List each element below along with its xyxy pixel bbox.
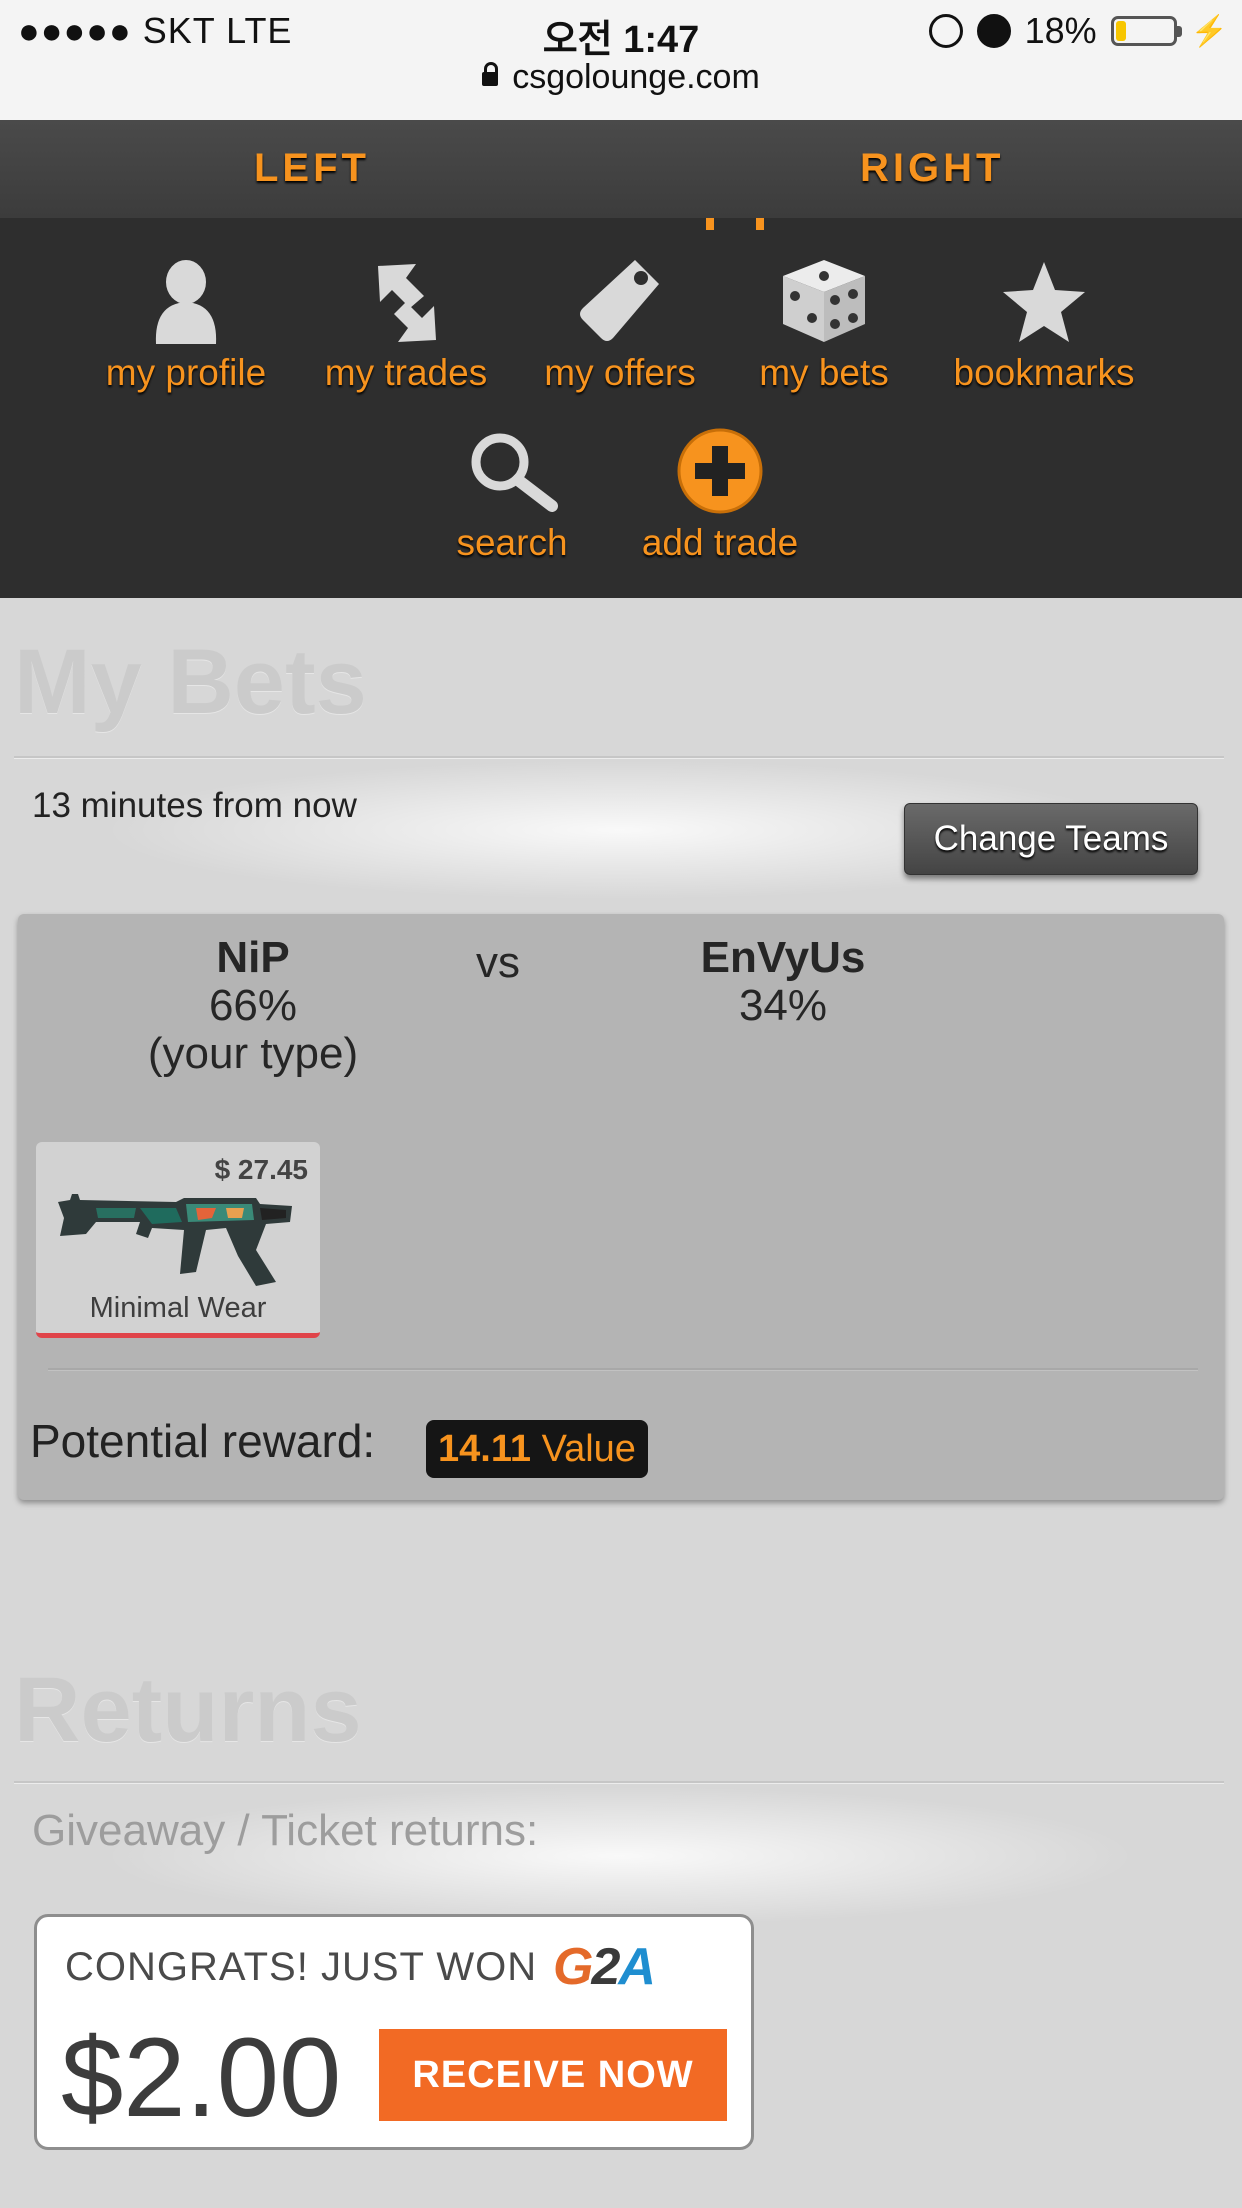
potential-reward-label: Potential reward: bbox=[30, 1415, 376, 1467]
team-2-percent: 34% bbox=[738, 981, 828, 1030]
reward-unit: Value bbox=[541, 1428, 636, 1470]
reward-badge: 14.11 Value bbox=[426, 1420, 648, 1478]
g2a-ad-banner[interactable]: CONGRATS! JUST WON G2A $2.00 RECEIVE NOW bbox=[34, 1914, 754, 2150]
side-menu-bar: LEFT RIGHT bbox=[0, 120, 1242, 218]
nav-my-profile[interactable]: my profile bbox=[96, 256, 276, 394]
team-1-percent: 66% bbox=[208, 981, 298, 1030]
nav-search[interactable]: search bbox=[432, 426, 592, 564]
lock-icon bbox=[482, 62, 499, 87]
divider bbox=[48, 1368, 1198, 1371]
divider bbox=[14, 756, 1224, 759]
reward-value: 14.11 bbox=[438, 1428, 531, 1470]
alarm-icon bbox=[976, 14, 1011, 48]
vs-label: vs bbox=[476, 938, 520, 987]
bet-item[interactable]: $ 27.45 Minimal Wear bbox=[36, 1142, 320, 1338]
ad-congrats-text: CONGRATS! JUST WON bbox=[65, 1945, 538, 1989]
team-2-name: EnVyUs bbox=[700, 933, 866, 982]
status-icons: 18% ⚡ bbox=[928, 10, 1228, 52]
nav-label: my bets bbox=[759, 352, 889, 393]
right-menu-button[interactable]: RIGHT bbox=[860, 146, 1004, 191]
ios-status-bar: ●●●●● SKT LTE 오전 1:47 18% ⚡ csgolounge.c… bbox=[0, 0, 1242, 122]
logo-fragment-icon bbox=[706, 218, 764, 230]
ad-amount: $2.00 bbox=[61, 2015, 342, 2140]
nav-add-trade[interactable]: add trade bbox=[620, 426, 820, 564]
my-bets-heading: My Bets bbox=[14, 631, 367, 733]
nav-label: add trade bbox=[641, 522, 799, 563]
search-icon bbox=[471, 433, 558, 512]
change-teams-button[interactable]: Change Teams bbox=[904, 803, 1198, 875]
bet-card: NiP 66% (your type) vs EnVyUs 34% $ 27.4… bbox=[18, 914, 1224, 1500]
divider bbox=[14, 1781, 1224, 1784]
dice-icon bbox=[783, 260, 865, 342]
nav-label: my offers bbox=[544, 352, 696, 393]
your-type-label: (your type) bbox=[147, 1029, 359, 1078]
nav-my-bets[interactable]: my bets bbox=[734, 256, 914, 394]
ak47-skin-icon bbox=[58, 1194, 292, 1286]
nav-my-offers[interactable]: my offers bbox=[530, 256, 710, 394]
star-icon bbox=[1003, 262, 1085, 342]
returns-description: Giveaway / Ticket returns: bbox=[32, 1806, 539, 1855]
team-2: EnVyUs 34% bbox=[618, 934, 948, 1030]
battery-percent: 18% bbox=[1024, 10, 1097, 51]
item-wear: Minimal Wear bbox=[89, 1292, 267, 1324]
address-bar[interactable]: csgolounge.com bbox=[0, 58, 1242, 97]
returns-heading: Returns bbox=[14, 1659, 362, 1761]
nav-label: bookmarks bbox=[953, 352, 1135, 393]
nav-label: search bbox=[456, 522, 568, 563]
rotation-lock-icon bbox=[928, 14, 963, 48]
nav-bookmarks[interactable]: bookmarks bbox=[944, 256, 1144, 394]
g2a-logo: G2A bbox=[553, 1938, 656, 1996]
charging-icon: ⚡ bbox=[1190, 14, 1228, 48]
main-nav: my profile my trades my offers my bets b… bbox=[0, 218, 1242, 598]
receive-now-button[interactable]: RECEIVE NOW bbox=[379, 2029, 727, 2121]
plus-circle-icon bbox=[677, 428, 763, 514]
team-1: NiP 66% (your type) bbox=[98, 934, 408, 1078]
tag-icon bbox=[580, 260, 659, 341]
nav-my-trades[interactable]: my trades bbox=[316, 256, 496, 394]
user-icon bbox=[155, 260, 217, 344]
battery-icon bbox=[1110, 16, 1182, 46]
url-text: csgolounge.com bbox=[512, 58, 760, 96]
team-1-name: NiP bbox=[216, 933, 290, 982]
match-time: 13 minutes from now bbox=[32, 786, 357, 825]
trade-arrows-icon bbox=[378, 264, 436, 342]
nav-label: my trades bbox=[324, 352, 488, 393]
left-menu-button[interactable]: LEFT bbox=[254, 146, 370, 191]
nav-label: my profile bbox=[105, 352, 267, 393]
